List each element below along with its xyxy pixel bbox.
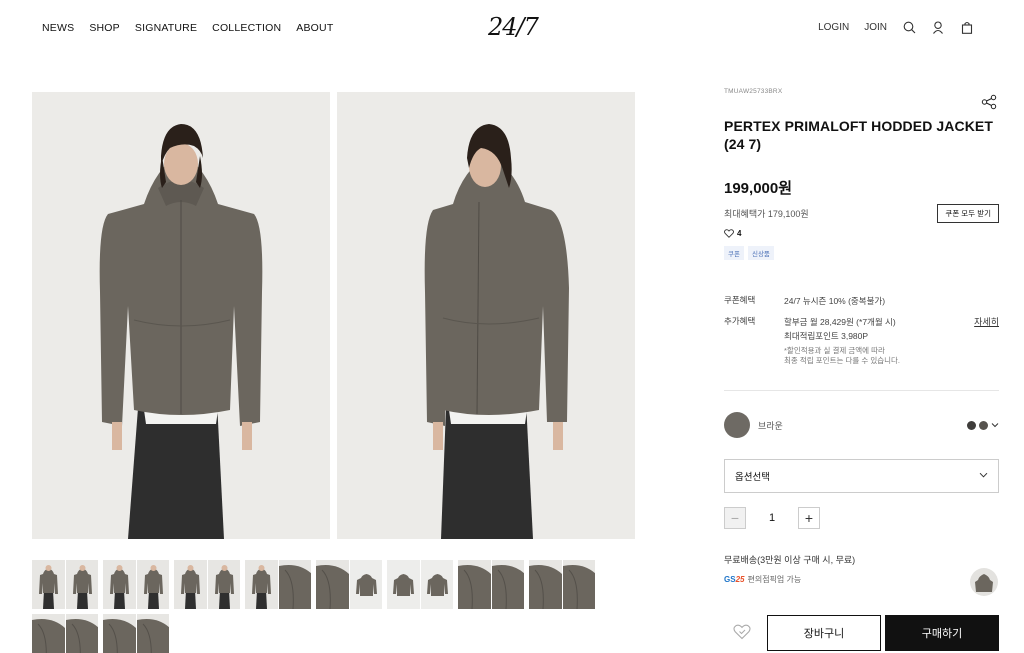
quantity-decrease-button[interactable]: − (724, 507, 746, 529)
thumbnail-image (103, 560, 136, 609)
gs25-pickup-text: 편의점픽업 가능 (747, 575, 802, 584)
option-select-placeholder: 옵션선택 (735, 472, 770, 483)
site-header: NEWS SHOP SIGNATURE COLLECTION ABOUT 24/… (0, 0, 1024, 58)
thumbnail-image (174, 560, 207, 609)
color-dot (967, 420, 976, 430)
color-variants-toggle[interactable] (967, 420, 999, 430)
product-thumbnail[interactable] (103, 560, 169, 609)
divider (724, 390, 999, 391)
product-info-panel: TMUAW25733BRX PERTEX PRIMALOFT HODDED JA… (724, 88, 999, 366)
thumbnail-image (136, 614, 169, 653)
color-swatch-brown[interactable] (724, 412, 750, 438)
quantity-value: 1 (768, 512, 776, 524)
color-name: 브라운 (758, 420, 783, 431)
product-thumbnail[interactable] (458, 560, 524, 609)
badge-new: 신상품 (747, 246, 774, 260)
nav-news[interactable]: NEWS (42, 22, 74, 34)
nav-signature[interactable]: SIGNATURE (135, 22, 197, 34)
product-thumbnail[interactable] (32, 614, 98, 653)
product-badges: 쿠폰 신상품 (724, 246, 999, 260)
thumbnail-image (136, 560, 169, 609)
extra-benefit-values: 할부금 월 28,429원 (*7개월 시) 최대적립포인트 3,980P (784, 315, 999, 343)
main-nav: NEWS SHOP SIGNATURE COLLECTION ABOUT (42, 22, 333, 34)
gs25-pickup-info: GS25 편의점픽업 가능 (724, 574, 801, 585)
nav-shop[interactable]: SHOP (89, 22, 120, 34)
product-sku: TMUAW25733BRX (724, 88, 783, 95)
extra-benefit-label: 추가혜택 (724, 316, 756, 326)
thumbnail-image (32, 560, 65, 609)
thumbnail-image (316, 560, 349, 609)
benefit-section: 쿠폰혜택 24/7 뉴시즌 10% (중복불가) 추가혜택 할부금 월 28,4… (724, 294, 999, 366)
recent-item-thumbnail[interactable] (970, 568, 998, 596)
chevron-down-icon (991, 423, 999, 428)
gs25-logo-number: 25 (735, 575, 745, 584)
product-thumbnail[interactable] (103, 614, 169, 653)
note-line-1: *할인적용과 실 결제 금액에 따라 (784, 346, 885, 355)
share-icon[interactable] (981, 94, 997, 110)
product-thumbnail[interactable] (529, 560, 595, 609)
thumbnail-image (420, 560, 453, 609)
thumbnail-strip (32, 560, 612, 653)
get-all-coupons-button[interactable]: 쿠폰 모두 받기 (937, 204, 999, 223)
login-link[interactable]: LOGIN (818, 22, 849, 33)
thumbnail-image (32, 614, 65, 653)
like-count: 4 (724, 229, 999, 238)
color-option-row: 브라운 (724, 412, 999, 438)
quantity-increase-button[interactable]: + (798, 507, 820, 529)
thumbnail-image (458, 560, 491, 609)
search-icon[interactable] (902, 20, 916, 34)
bag-icon[interactable] (960, 20, 974, 34)
gs25-logo: GS25 (724, 575, 744, 584)
brand-logo[interactable]: 24/7 (488, 13, 539, 41)
coupon-benefit-label: 쿠폰혜택 (724, 295, 756, 305)
thumbnail-image (349, 560, 382, 609)
thumbnail-image (65, 560, 98, 609)
thumbnail-image (65, 614, 98, 653)
product-thumbnail[interactable] (387, 560, 453, 609)
thumbnail-image (103, 614, 136, 653)
quantity-stepper: − 1 + (724, 507, 820, 529)
free-shipping-info: 무료배송(3만원 이상 구매 시, 무료) (724, 555, 856, 565)
coupon-benefit-row: 쿠폰혜택 24/7 뉴시즌 10% (중복불가) (724, 294, 999, 308)
points-note: *할인적용과 실 결제 금액에 따라 최종 적립 포인트는 다를 수 있습니다. (784, 346, 999, 366)
note-line-2: 최종 적립 포인트는 다를 수 있습니다. (784, 356, 901, 365)
like-count-value: 4 (737, 229, 742, 238)
points-info: 최대적립포인트 3,980P (784, 331, 869, 341)
product-image-front[interactable] (32, 92, 330, 539)
color-dot (979, 420, 988, 430)
thumbnail-image (207, 560, 240, 609)
heart-icon[interactable] (733, 624, 751, 640)
product-thumbnail[interactable] (174, 560, 240, 609)
thumbnail-image (245, 560, 278, 609)
product-image-side[interactable] (337, 92, 635, 539)
heart-icon (724, 229, 734, 238)
extra-benefit-row: 추가혜택 할부금 월 28,429원 (*7개월 시) 최대적립포인트 3,98… (724, 315, 999, 343)
product-thumbnail[interactable] (245, 560, 311, 609)
nav-collection[interactable]: COLLECTION (212, 22, 281, 34)
coupon-benefit-value: 24/7 뉴시즌 10% (중복불가) (784, 296, 886, 306)
thumbnail-image (529, 560, 562, 609)
thumbnail-image (491, 560, 524, 609)
option-select[interactable]: 옵션선택 (724, 459, 999, 493)
thumbnail-image (387, 560, 420, 609)
header-utilities: LOGIN JOIN (818, 20, 974, 34)
user-icon[interactable] (931, 20, 945, 34)
buy-now-button[interactable]: 구매하기 (885, 615, 999, 651)
product-price: 199,000원 (724, 180, 793, 197)
join-link[interactable]: JOIN (864, 22, 887, 33)
product-thumbnail[interactable] (316, 560, 382, 609)
product-title: PERTEX PRIMALOFT HODDED JACKET (24 7) (724, 118, 994, 152)
chevron-down-icon (979, 472, 988, 478)
thumbnail-image (278, 560, 311, 609)
product-thumbnail[interactable] (32, 560, 98, 609)
badge-coupon: 쿠폰 (724, 246, 744, 260)
add-to-cart-button[interactable]: 장바구니 (767, 615, 881, 651)
nav-about[interactable]: ABOUT (296, 22, 333, 34)
installment-info: 할부금 월 28,429원 (*7개월 시) (784, 317, 896, 327)
gs25-logo-prefix: GS (724, 575, 736, 584)
details-link[interactable]: 자세히 (974, 315, 999, 328)
thumbnail-image (562, 560, 595, 609)
